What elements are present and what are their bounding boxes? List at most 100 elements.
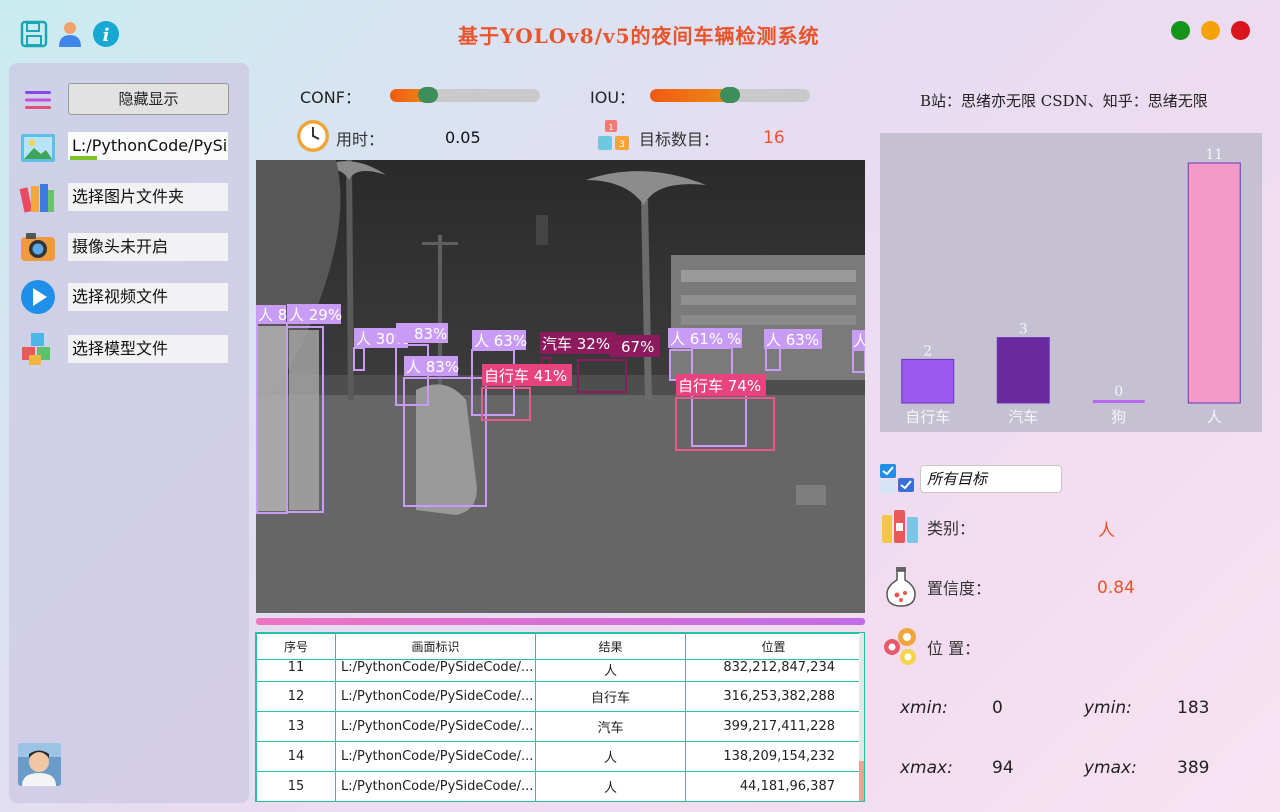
credits-text: B站：思绪亦无限 CSDN、知乎：思绪无限 bbox=[920, 92, 1208, 110]
cell-no: 12 bbox=[256, 681, 336, 712]
count-label: 目标数目： bbox=[639, 130, 720, 149]
detection-image: 人 8 人 29% 人 30% 83% 人 83% 人 63% 自行车 41% … bbox=[256, 160, 865, 613]
svg-text:人 61%: 人 61% bbox=[670, 330, 723, 348]
table-scroll-thumb[interactable] bbox=[859, 761, 864, 801]
chart-category-label: 人 bbox=[1207, 408, 1222, 426]
maximize-button[interactable] bbox=[1201, 21, 1220, 40]
table-row[interactable]: 15 L:/PythonCode/PySideCode/... 人 44,181… bbox=[256, 771, 862, 802]
svg-text:人 8: 人 8 bbox=[258, 306, 287, 324]
iou-slider-fill bbox=[650, 89, 730, 102]
image-icon[interactable] bbox=[19, 130, 57, 168]
chart-category-label: 狗 bbox=[1111, 408, 1126, 426]
chart-category-label: 自行车 bbox=[905, 408, 950, 426]
select-video-file[interactable]: 选择视频文件 bbox=[68, 283, 228, 311]
gears-icon bbox=[881, 625, 921, 667]
books-icon[interactable] bbox=[19, 178, 57, 216]
class-label: 类别： bbox=[927, 519, 976, 538]
detection-label-bicycle-41: 自行车 41% bbox=[482, 364, 572, 386]
hide-display-button[interactable]: 隐藏显示 bbox=[68, 83, 229, 115]
camera-status[interactable]: 摄像头未开启 bbox=[68, 233, 228, 261]
conf-slider[interactable] bbox=[390, 89, 540, 102]
app-title: 基于YOLOv8/v5的夜间车辆检测系统 bbox=[458, 24, 820, 48]
table-row[interactable]: 14 L:/PythonCode/PySideCode/... 人 138,20… bbox=[256, 741, 862, 772]
chart-bar-3 bbox=[1187, 162, 1241, 404]
cell-no: 15 bbox=[256, 771, 336, 802]
table-row[interactable]: 11 L:/PythonCode/PySideCode/... 人 832,21… bbox=[256, 659, 862, 682]
camera-icon[interactable] bbox=[19, 228, 57, 266]
select-model-file[interactable]: 选择模型文件 bbox=[68, 335, 228, 363]
cell-position: 138,209,154,232 bbox=[685, 741, 862, 772]
cell-result: 人 bbox=[535, 771, 686, 802]
header-result[interactable]: 结果 bbox=[535, 633, 686, 660]
table-row[interactable]: 12 L:/PythonCode/PySideCode/... 自行车 316,… bbox=[256, 681, 862, 712]
select-image-folder[interactable]: 选择图片文件夹 bbox=[68, 183, 228, 211]
target-filter-select[interactable]: 所有目标 bbox=[920, 465, 1062, 493]
header-no[interactable]: 序号 bbox=[256, 633, 336, 660]
svg-text:人 63%: 人 63% bbox=[474, 332, 527, 350]
xmax-value: 94 bbox=[992, 758, 1014, 778]
confidence-label: 置信度： bbox=[927, 579, 992, 598]
results-table[interactable]: 序号 画面标识 结果 位置 11 L:/PythonCode/PySideCod… bbox=[255, 632, 865, 802]
detection-label-person-83: 人 83% bbox=[404, 356, 459, 376]
clock-icon bbox=[295, 118, 331, 154]
table-scrollbar[interactable] bbox=[859, 633, 864, 801]
svg-text:自行车 74%: 自行车 74% bbox=[678, 377, 761, 395]
info-icon[interactable]: i bbox=[92, 20, 120, 48]
xmin-label: xmin: bbox=[900, 698, 948, 718]
xmin-value: 0 bbox=[992, 698, 1003, 718]
ymax-value: 389 bbox=[1177, 758, 1210, 778]
ymin-value: 183 bbox=[1177, 698, 1210, 718]
svg-text:67%: 67% bbox=[621, 338, 654, 356]
svg-text:1: 1 bbox=[608, 123, 613, 132]
iou-slider-handle[interactable] bbox=[720, 87, 740, 103]
count-value: 16 bbox=[763, 128, 785, 148]
cell-position: 832,212,847,234 bbox=[685, 659, 862, 682]
svg-text:i: i bbox=[103, 25, 110, 46]
detection-label-person-8: 人 8 bbox=[256, 305, 287, 324]
svg-text:3: 3 bbox=[619, 140, 625, 150]
menu-icon[interactable] bbox=[24, 86, 52, 114]
cell-result: 自行车 bbox=[535, 681, 686, 712]
minimize-button[interactable] bbox=[1171, 21, 1190, 40]
flask-icon bbox=[884, 566, 918, 608]
cubes-icon[interactable] bbox=[19, 330, 57, 368]
chart-category-label: 汽车 bbox=[1008, 408, 1038, 426]
xmax-label: xmax: bbox=[900, 758, 953, 778]
header-path[interactable]: 画面标识 bbox=[335, 633, 536, 660]
blocks-icon: 13 bbox=[597, 118, 633, 154]
divider-bar bbox=[256, 618, 865, 625]
cell-no: 11 bbox=[256, 659, 336, 682]
bottles-icon bbox=[879, 505, 921, 547]
conf-label: CONF： bbox=[300, 88, 361, 107]
detection-label-bicycle-74: 自行车 74% bbox=[676, 374, 766, 396]
cell-result: 人 bbox=[535, 741, 686, 772]
svg-text:人: 人 bbox=[853, 332, 865, 350]
chart-value-label: 11 bbox=[1205, 147, 1223, 163]
user-icon[interactable] bbox=[56, 20, 84, 48]
detection-label-person-63b: 人 63% bbox=[764, 329, 822, 349]
detection-label-person-61: 人 61% bbox=[668, 328, 726, 348]
conf-slider-handle[interactable] bbox=[417, 87, 438, 103]
save-icon[interactable] bbox=[20, 20, 48, 48]
path-progress-bar bbox=[70, 156, 97, 160]
cell-result: 人 bbox=[535, 659, 686, 682]
chart-bar-2 bbox=[1092, 400, 1145, 403]
cell-position: 44,181,96,387 bbox=[685, 771, 862, 802]
svg-text:自行车 41%: 自行车 41% bbox=[484, 367, 567, 385]
chart-bar-0 bbox=[901, 358, 955, 404]
play-icon[interactable] bbox=[19, 278, 57, 316]
iou-label: IOU： bbox=[590, 88, 636, 107]
time-label: 用时： bbox=[336, 130, 385, 149]
cell-path: L:/PythonCode/PySideCode/... bbox=[335, 659, 536, 682]
confidence-value: 0.84 bbox=[1097, 578, 1135, 598]
checkbox-icon[interactable] bbox=[880, 464, 914, 494]
detection-label-person-pct: % bbox=[726, 328, 742, 348]
header-position[interactable]: 位置 bbox=[685, 633, 862, 660]
detection-label-person-29: 人 29% bbox=[287, 304, 342, 324]
table-row[interactable]: 13 L:/PythonCode/PySideCode/... 汽车 399,2… bbox=[256, 711, 862, 742]
svg-text:人 29%: 人 29% bbox=[289, 306, 342, 324]
close-button[interactable] bbox=[1231, 21, 1250, 40]
avatar[interactable] bbox=[18, 743, 61, 786]
detection-label-car-67: 67% bbox=[610, 335, 660, 357]
table-header: 序号 画面标识 结果 位置 bbox=[256, 633, 862, 660]
